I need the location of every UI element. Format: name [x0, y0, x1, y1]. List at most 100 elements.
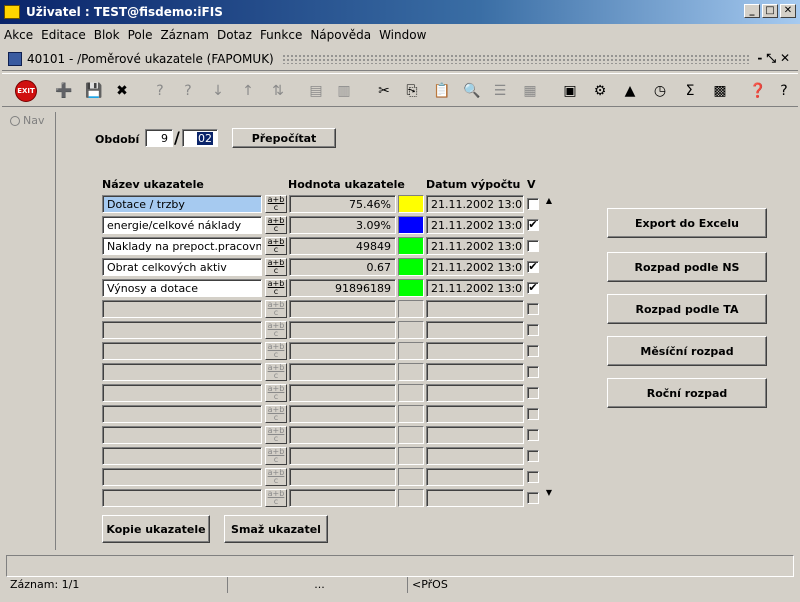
indicator-name-field[interactable]	[102, 447, 262, 465]
indicator-value-field[interactable]	[289, 426, 396, 444]
sort-asc-icon[interactable]: ↓	[206, 79, 230, 103]
indicator-name-field[interactable]: Obrat celkových aktiv	[102, 258, 262, 276]
formula-icon[interactable]: a+b c	[265, 426, 287, 444]
indicator-value-field[interactable]	[289, 468, 396, 486]
save-icon[interactable]: 💾	[82, 79, 106, 103]
calculation-date-field[interactable]	[426, 342, 524, 360]
indicator-value-field[interactable]	[289, 384, 396, 402]
menu-funkce[interactable]: Funkce	[260, 28, 302, 42]
calculation-date-field[interactable]: 21.11.2002 13:03	[426, 258, 524, 276]
sort-desc-icon[interactable]: ↑	[236, 79, 260, 103]
formula-icon[interactable]: a+b c	[265, 342, 287, 360]
indicator-name-field[interactable]	[102, 489, 262, 507]
menu-zaznam[interactable]: Záznam	[160, 28, 209, 42]
indicator-name-field[interactable]: Výnosy a dotace	[102, 279, 262, 297]
form-close-button[interactable]: ✕	[780, 51, 790, 66]
recalculate-button[interactable]: Přepočítat	[232, 128, 336, 148]
indicator-name-field[interactable]	[102, 426, 262, 444]
indicator-value-field[interactable]	[289, 363, 396, 381]
v-checkbox[interactable]	[527, 450, 539, 462]
calculation-date-field[interactable]	[426, 468, 524, 486]
indicator-value-field[interactable]	[289, 489, 396, 507]
excel-icon[interactable]: ▩	[708, 79, 732, 103]
insert-record-icon[interactable]: ➕	[52, 79, 76, 103]
delete-record-icon[interactable]: ✖	[110, 79, 134, 103]
v-checkbox[interactable]	[527, 471, 539, 483]
chart-icon[interactable]: ▲	[618, 79, 642, 103]
formula-icon[interactable]: a+b c	[265, 384, 287, 402]
yearly-breakdown-button[interactable]: Roční rozpad	[607, 378, 767, 408]
help-context-icon[interactable]: ❓	[746, 79, 770, 103]
indicator-value-field[interactable]	[289, 342, 396, 360]
formula-icon[interactable]: a+b c	[265, 468, 287, 486]
indicator-value-field[interactable]: 0.67	[289, 258, 396, 276]
calculation-date-field[interactable]	[426, 321, 524, 339]
breakdown-ta-button[interactable]: Rozpad podle TA	[607, 294, 767, 324]
calculation-date-field[interactable]	[426, 300, 524, 318]
formula-icon[interactable]: a+b c	[265, 300, 287, 318]
menu-dotaz[interactable]: Dotaz	[217, 28, 252, 42]
v-checkbox[interactable]	[527, 408, 539, 420]
calculation-date-field[interactable]	[426, 426, 524, 444]
indicator-name-field[interactable]	[102, 363, 262, 381]
sort-multi-icon[interactable]: ⇅	[266, 79, 290, 103]
v-checkbox[interactable]: ✔	[527, 282, 539, 294]
settings-icon[interactable]: ⚙	[588, 79, 612, 103]
indicator-value-field[interactable]: 49849	[289, 237, 396, 255]
formula-icon[interactable]: a+b c	[265, 195, 287, 213]
calculation-date-field[interactable]	[426, 363, 524, 381]
scroll-down-icon[interactable]: ▼	[543, 488, 555, 498]
menu-editace[interactable]: Editace	[41, 28, 86, 42]
calculation-date-field[interactable]	[426, 384, 524, 402]
sum-icon[interactable]: Σ	[678, 79, 702, 103]
copy-indicator-button[interactable]: Kopie ukazatele	[102, 515, 210, 543]
indicator-value-field[interactable]	[289, 447, 396, 465]
maximize-button[interactable]: □	[762, 4, 778, 18]
nav-radio[interactable]	[10, 115, 20, 126]
v-checkbox[interactable]	[527, 303, 539, 315]
paste-icon[interactable]: 📋	[430, 79, 454, 103]
print-icon[interactable]: ▤	[304, 79, 328, 103]
indicator-value-field[interactable]: 3.09%	[289, 216, 396, 234]
close-button[interactable]: ✕	[780, 4, 796, 18]
list-icon[interactable]: ☰	[488, 79, 512, 103]
calculation-date-field[interactable]	[426, 489, 524, 507]
export-excel-button[interactable]: Export do Excelu	[607, 208, 767, 238]
copy-icon[interactable]: ⎘	[400, 79, 424, 103]
v-checkbox[interactable]	[527, 324, 539, 336]
v-checkbox[interactable]	[527, 387, 539, 399]
v-checkbox[interactable]	[527, 492, 539, 504]
indicator-value-field[interactable]	[289, 405, 396, 423]
formula-icon[interactable]: a+b c	[265, 405, 287, 423]
help-icon[interactable]: ?	[772, 79, 796, 103]
v-checkbox[interactable]	[527, 345, 539, 357]
formula-icon[interactable]: a+b c	[265, 279, 287, 297]
indicator-name-field[interactable]: Dotace / trzby	[102, 195, 262, 213]
minimize-button[interactable]: _	[744, 4, 760, 18]
indicator-name-field[interactable]	[102, 321, 262, 339]
v-checkbox[interactable]	[527, 198, 539, 210]
calculation-date-field[interactable]: 21.11.2002 13:03	[426, 237, 524, 255]
formula-icon[interactable]: a+b c	[265, 216, 287, 234]
v-checkbox[interactable]	[527, 366, 539, 378]
menu-pole[interactable]: Pole	[128, 28, 153, 42]
enter-query-icon[interactable]: ?	[148, 79, 172, 103]
indicator-value-field[interactable]	[289, 300, 396, 318]
period-month-field[interactable]: 9	[145, 129, 173, 147]
formula-icon[interactable]: a+b c	[265, 237, 287, 255]
form-minimize-button[interactable]: -	[757, 51, 762, 66]
indicator-value-field[interactable]: 75.46%	[289, 195, 396, 213]
formula-icon[interactable]: a+b c	[265, 363, 287, 381]
execute-query-icon[interactable]: ?	[176, 79, 200, 103]
exit-button[interactable]: EXIT	[14, 79, 38, 103]
menu-blok[interactable]: Blok	[94, 28, 120, 42]
indicator-name-field[interactable]: Naklady na prepoct.pracovniky	[102, 237, 262, 255]
calculation-date-field[interactable]	[426, 447, 524, 465]
menu-napoveda[interactable]: Nápověda	[310, 28, 371, 42]
period-year-field[interactable]: 02	[182, 129, 218, 147]
indicator-name-field[interactable]: energie/celkové náklady	[102, 216, 262, 234]
indicator-name-field[interactable]	[102, 468, 262, 486]
delete-indicator-button[interactable]: Smaž ukazatel	[224, 515, 328, 543]
v-checkbox[interactable]	[527, 429, 539, 441]
v-checkbox[interactable]	[527, 240, 539, 252]
